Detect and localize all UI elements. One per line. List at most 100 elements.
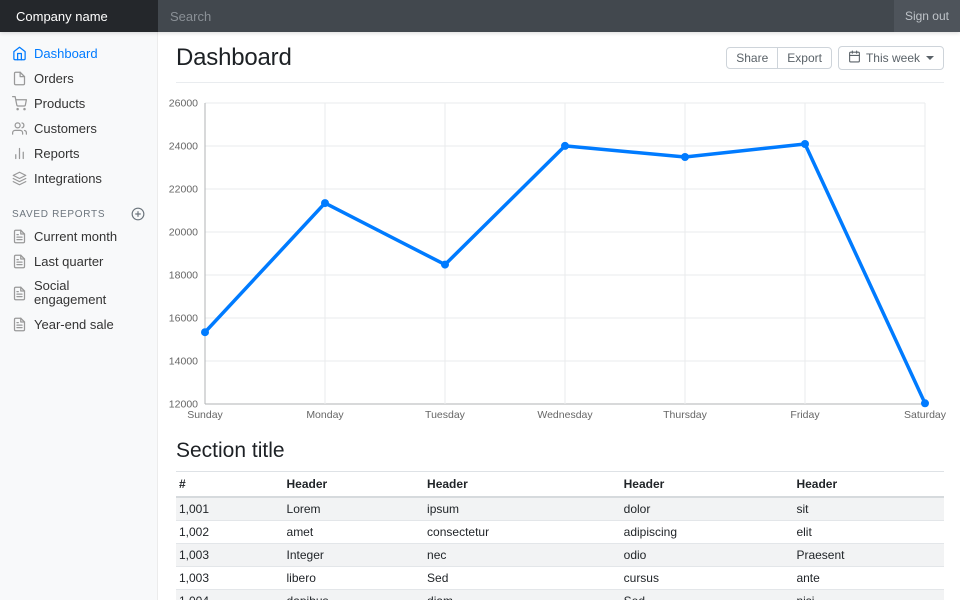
saved-reports-list: Current month Last quarter Social engageme… [0, 224, 157, 337]
table-cell: consectetur [424, 521, 621, 544]
share-button[interactable]: Share [726, 47, 778, 69]
saved-report-year-end-sale[interactable]: Year-end sale [0, 312, 157, 337]
file-text-icon [12, 317, 27, 332]
table-header-row: #HeaderHeaderHeaderHeader [176, 472, 944, 498]
data-table: #HeaderHeaderHeaderHeader 1,001Loremipsu… [176, 471, 944, 600]
table-cell: nisi [793, 590, 944, 600]
users-icon [12, 121, 27, 136]
caret-down-icon [926, 56, 934, 60]
saved-report-last-quarter[interactable]: Last quarter [0, 249, 157, 274]
signout-link[interactable]: Sign out [894, 0, 960, 32]
svg-text:Thursday: Thursday [663, 409, 708, 421]
page-title: Dashboard [176, 44, 292, 72]
calendar-icon [848, 50, 861, 63]
saved-report-label: Current month [34, 230, 117, 244]
svg-text:18000: 18000 [169, 270, 198, 282]
sidebar-item-orders[interactable]: Orders [0, 66, 157, 91]
sidebar-item-label: Orders [34, 72, 74, 86]
sidebar-item-customers[interactable]: Customers [0, 116, 157, 141]
page-header: Dashboard Share Export This week [176, 32, 944, 83]
week-dropdown-button[interactable]: This week [838, 46, 944, 70]
table-cell: adipiscing [621, 521, 794, 544]
table-row: 1,002ametconsecteturadipiscingelit [176, 521, 944, 544]
table-cell: ipsum [424, 497, 621, 521]
table-cell: diam [424, 590, 621, 600]
table-cell: odio [621, 544, 794, 567]
main-content: Dashboard Share Export This week 1200014… [158, 32, 960, 600]
table-row: 1,001Loremipsumdolorsit [176, 497, 944, 521]
svg-text:Sunday: Sunday [187, 409, 223, 421]
week-dropdown-label: This week [866, 51, 920, 65]
file-text-icon [12, 286, 27, 301]
file-icon [12, 71, 27, 86]
saved-reports-header: Saved reports [0, 203, 157, 224]
layers-icon [12, 171, 27, 186]
column-header: Header [284, 472, 425, 498]
svg-text:26000: 26000 [169, 98, 198, 110]
calendar-icon-slot [848, 50, 861, 66]
line-chart-canvas: 1200014000160001800020000220002400026000… [176, 93, 944, 425]
saved-reports-heading: Saved reports [12, 209, 105, 220]
sidebar-item-label: Dashboard [34, 47, 98, 61]
sidebar-nav: Dashboard Orders Products Customers Reports I… [0, 41, 157, 191]
file-text-icon [12, 254, 27, 269]
column-header: Header [424, 472, 621, 498]
home-icon [12, 46, 27, 61]
svg-text:Wednesday: Wednesday [537, 409, 593, 421]
sidebar-item-label: Products [34, 97, 85, 111]
table-row: 1,003IntegernecodioPraesent [176, 544, 944, 567]
table-cell: Sed [424, 567, 621, 590]
table-row: 1,004dapibusdiamSednisi [176, 590, 944, 600]
sidebar-item-integrations[interactable]: Integrations [0, 166, 157, 191]
table-cell: 1,004 [176, 590, 284, 600]
table-cell: libero [284, 567, 425, 590]
share-export-group: Share Export [726, 47, 832, 69]
traffic-chart: 1200014000160001800020000220002400026000… [176, 93, 944, 425]
sidebar-item-label: Reports [34, 147, 80, 161]
file-text-icon [12, 229, 27, 244]
search-input[interactable] [158, 0, 894, 32]
export-button[interactable]: Export [777, 47, 832, 69]
column-header: # [176, 472, 284, 498]
sidebar-item-reports[interactable]: Reports [0, 141, 157, 166]
sidebar-item-label: Integrations [34, 172, 102, 186]
svg-text:24000: 24000 [169, 141, 198, 153]
table-cell: sit [793, 497, 944, 521]
table-row: 1,003liberoSedcursusante [176, 567, 944, 590]
svg-text:Saturday: Saturday [904, 409, 947, 421]
svg-text:16000: 16000 [169, 313, 198, 325]
table-cell: dolor [621, 497, 794, 521]
brand-link[interactable]: Company name [0, 0, 158, 32]
add-report-button[interactable] [131, 207, 145, 221]
saved-report-label: Last quarter [34, 255, 103, 269]
sidebar-item-dashboard[interactable]: Dashboard [0, 41, 157, 66]
svg-text:22000: 22000 [169, 184, 198, 196]
table-cell: elit [793, 521, 944, 544]
table-cell: 1,002 [176, 521, 284, 544]
svg-text:Monday: Monday [306, 409, 344, 421]
table-cell: 1,001 [176, 497, 284, 521]
toolbar: Share Export This week [726, 46, 944, 70]
saved-report-label: Social engagement [34, 279, 145, 307]
bar-chart-icon [12, 146, 27, 161]
table-cell: dapibus [284, 590, 425, 600]
top-navbar: Company name Sign out [0, 0, 960, 32]
svg-text:Friday: Friday [790, 409, 820, 421]
sidebar-item-products[interactable]: Products [0, 91, 157, 116]
column-header: Header [793, 472, 944, 498]
plus-circle-icon [131, 207, 145, 221]
sidebar-item-label: Customers [34, 122, 97, 136]
saved-report-label: Year-end sale [34, 318, 114, 332]
table-cell: Lorem [284, 497, 425, 521]
column-header: Header [621, 472, 794, 498]
table-cell: cursus [621, 567, 794, 590]
table-cell: 1,003 [176, 567, 284, 590]
table-cell: Praesent [793, 544, 944, 567]
saved-report-social-engagement[interactable]: Social engagement [0, 274, 157, 312]
table-cell: amet [284, 521, 425, 544]
table-cell: Integer [284, 544, 425, 567]
saved-report-current-month[interactable]: Current month [0, 224, 157, 249]
svg-text:20000: 20000 [169, 227, 198, 239]
sidebar: Dashboard Orders Products Customers Reports I… [0, 32, 158, 600]
section-title: Section title [176, 439, 944, 463]
